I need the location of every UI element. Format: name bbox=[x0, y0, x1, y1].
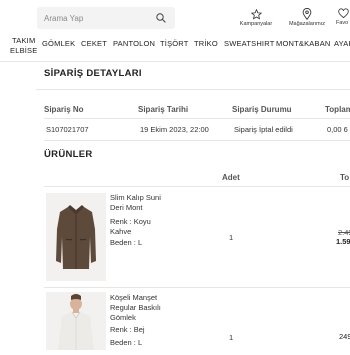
product-price: 1.59 bbox=[336, 237, 350, 246]
nav-item-takim-elbise[interactable]: TAKIM ELBİSE bbox=[10, 36, 37, 56]
star-icon bbox=[250, 9, 262, 20]
product-qty: 1 bbox=[229, 333, 234, 342]
nav-item-tisort[interactable]: TİŞÖRT bbox=[160, 39, 189, 48]
favorites-button[interactable]: Favo bbox=[336, 8, 350, 26]
product-color: Renk : Koyu Kahve bbox=[110, 217, 151, 236]
stores-label: Mağazalarımız bbox=[288, 21, 326, 27]
nav-item-pantolon[interactable]: PANTOLON bbox=[113, 39, 155, 48]
nav-divider bbox=[0, 61, 350, 62]
order-no-value: S107021707 bbox=[46, 125, 89, 134]
product-size: Beden : L bbox=[110, 338, 143, 347]
nav-item-takim-line2: ELBİSE bbox=[10, 46, 38, 55]
stores-button[interactable]: Mağazalarımız bbox=[283, 8, 331, 27]
category-nav: TAKIM ELBİSE GÖMLEK CEKET PANTOLON TİŞÖR… bbox=[0, 36, 350, 62]
product-name[interactable]: Slim Kalıp Suni Deri Mont bbox=[110, 193, 172, 213]
order-total-header: Toplam bbox=[325, 105, 350, 114]
search-input[interactable] bbox=[44, 10, 149, 26]
order-total-value: 0,00 6 bbox=[327, 125, 348, 134]
campaigns-button[interactable]: Kampanyalar bbox=[234, 9, 278, 27]
nav-item-gomlek[interactable]: GÖMLEK bbox=[42, 39, 75, 48]
products-title: ÜRÜNLER bbox=[44, 149, 93, 160]
jacket-image bbox=[46, 193, 106, 281]
nav-item-ayakkabi[interactable]: AYAK bbox=[334, 39, 350, 48]
location-pin-icon bbox=[302, 8, 312, 20]
search-box[interactable] bbox=[37, 7, 175, 29]
nav-item-mont-kaban[interactable]: MONT&KABAN bbox=[276, 39, 331, 48]
header: Kampanyalar Mağazalarımız Favo bbox=[0, 0, 350, 30]
campaigns-label: Kampanyalar bbox=[239, 21, 273, 27]
product-old-price: 2.49 bbox=[338, 228, 350, 237]
nav-item-sweatshirt[interactable]: SWEATSHIRT bbox=[224, 39, 274, 48]
product-color: Renk : Bej bbox=[110, 325, 145, 334]
product-total-header: To bbox=[340, 173, 350, 182]
product-qty: 1 bbox=[229, 233, 234, 242]
title-divider bbox=[36, 89, 350, 90]
shirt-image bbox=[46, 292, 106, 350]
product-size: Beden : L bbox=[110, 238, 143, 247]
product-image-shirt[interactable] bbox=[46, 292, 106, 350]
qty-header: Adet bbox=[222, 173, 240, 182]
order-date-header: Sipariş Tarihi bbox=[138, 105, 189, 114]
order-status-header: Sipariş Durumu bbox=[232, 105, 292, 114]
order-date-value: 19 Ekim 2023, 22:00 bbox=[140, 125, 209, 134]
nav-item-triko[interactable]: TRİKO bbox=[194, 39, 218, 48]
order-header-divider bbox=[44, 118, 350, 119]
order-status-value: Sipariş İptal edildi bbox=[234, 125, 293, 134]
product-divider bbox=[44, 287, 350, 288]
order-no-header: Sipariş No bbox=[44, 105, 84, 114]
favorites-label: Favo bbox=[336, 20, 349, 26]
products-header-divider bbox=[44, 186, 350, 187]
product-name[interactable]: Köşeli Manşet Regular Baskılı Gömlek bbox=[110, 293, 170, 323]
product-price: 249 bbox=[339, 332, 350, 341]
order-row-divider bbox=[44, 140, 350, 141]
search-icon[interactable] bbox=[156, 13, 166, 23]
nav-item-takim-line1: TAKIM bbox=[12, 36, 36, 45]
page-title: SİPARİŞ DETAYLARI bbox=[44, 68, 142, 79]
heart-icon bbox=[338, 8, 349, 19]
nav-item-ceket[interactable]: CEKET bbox=[81, 39, 107, 48]
product-image-jacket[interactable] bbox=[46, 193, 106, 281]
